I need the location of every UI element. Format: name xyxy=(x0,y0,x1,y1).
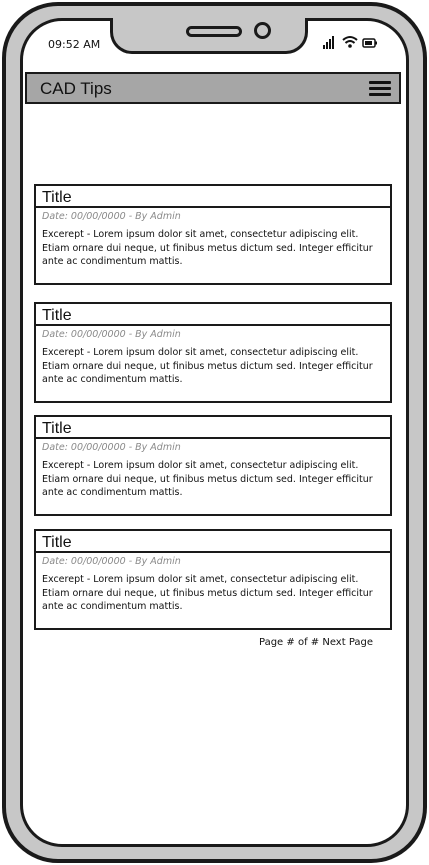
post-excerpt: Excerept - Lorem ipsum dolor sit amet, c… xyxy=(42,460,373,498)
signal-icon xyxy=(323,36,334,49)
post-title[interactable]: Title xyxy=(42,189,72,206)
post-meta: Date: 00/00/0000 - By Admin xyxy=(42,442,181,453)
post-card[interactable]: Title Date: 00/00/0000 - By Admin Excere… xyxy=(34,184,392,285)
post-title-bar: Title xyxy=(36,417,390,439)
status-time: 09:52 AM xyxy=(48,38,101,51)
speaker-icon xyxy=(186,26,242,37)
post-title-bar: Title xyxy=(36,304,390,326)
post-excerpt: Excerept - Lorem ipsum dolor sit amet, c… xyxy=(42,574,373,612)
post-meta: Date: 00/00/0000 - By Admin xyxy=(42,329,181,340)
post-card[interactable]: Title Date: 00/00/0000 - By Admin Excere… xyxy=(34,415,392,516)
post-title[interactable]: Title xyxy=(42,307,72,324)
post-meta: Date: 00/00/0000 - By Admin xyxy=(42,556,181,567)
post-title-bar: Title xyxy=(36,531,390,553)
app-header: CAD Tips xyxy=(25,72,401,104)
camera-icon xyxy=(254,22,271,39)
post-title[interactable]: Title xyxy=(42,420,72,437)
status-icons xyxy=(323,36,377,49)
post-excerpt: Excerept - Lorem ipsum dolor sit amet, c… xyxy=(42,229,373,267)
hamburger-menu-icon[interactable] xyxy=(369,78,391,98)
phone-mockup: 09:52 AM CAD Tips Title Date: 00/00/0000 xyxy=(0,0,429,865)
post-title[interactable]: Title xyxy=(42,534,72,551)
app-title: CAD Tips xyxy=(40,79,112,98)
post-excerpt: Excerept - Lorem ipsum dolor sit amet, c… xyxy=(42,347,373,385)
post-card[interactable]: Title Date: 00/00/0000 - By Admin Excere… xyxy=(34,302,392,403)
wifi-icon xyxy=(342,36,358,48)
page-indicator: Page # of # xyxy=(259,637,320,648)
post-card[interactable]: Title Date: 00/00/0000 - By Admin Excere… xyxy=(34,529,392,630)
next-page-link[interactable]: Next Page xyxy=(322,637,373,648)
post-title-bar: Title xyxy=(36,186,390,208)
pagination: Page # of # Next Page xyxy=(259,637,373,648)
post-meta: Date: 00/00/0000 - By Admin xyxy=(42,211,181,222)
battery-icon xyxy=(362,38,377,48)
